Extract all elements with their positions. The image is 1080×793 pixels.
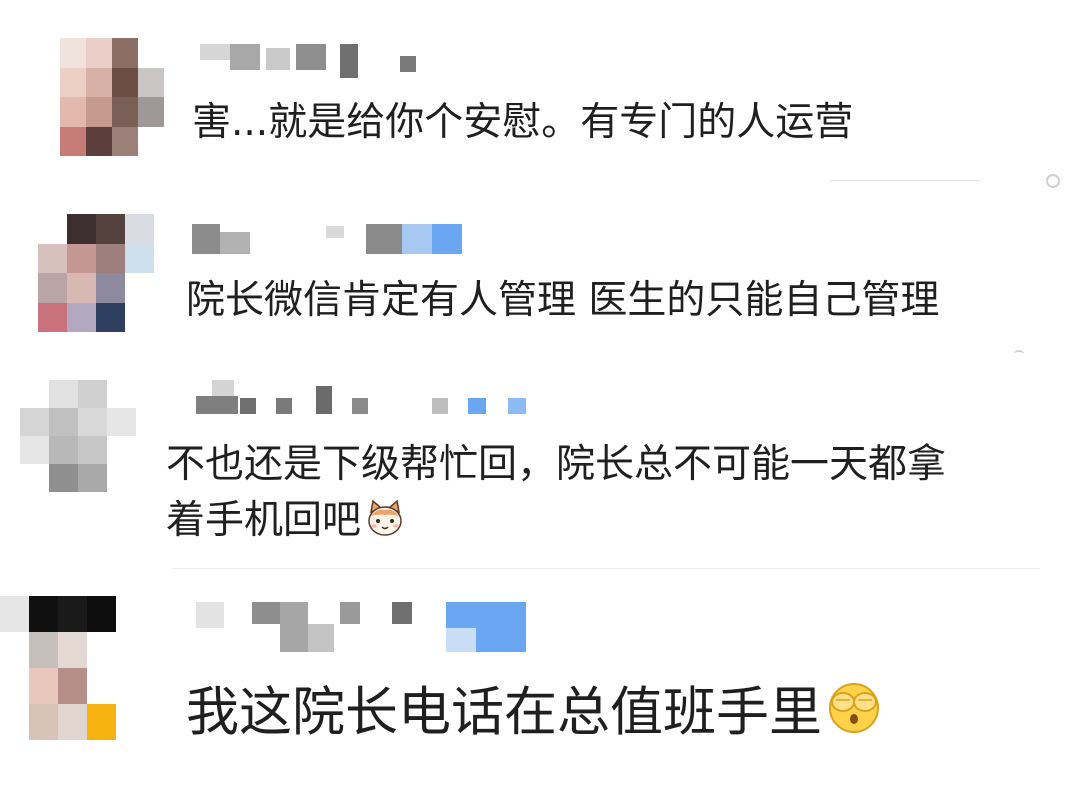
username-blurred[interactable] [192,220,472,260]
comment-text: 院长微信肯定有人管理 医生的只能自己管理 [186,278,940,323]
comment-text: 我这院长电话在总值班手里 [186,676,882,757]
comment-item-2: 院长微信肯定有人管理 医生的只能自己管理 [0,190,1080,358]
username-blurred[interactable] [196,600,536,652]
comment-text-line-2: 着手机回吧 [166,494,405,553]
comment-divider [830,180,980,181]
comment-text: 害...就是给你个安慰。有专门的人运营 [192,100,854,145]
comment-item-1: 害...就是给你个安慰。有专门的人运营 [0,0,1080,190]
expand-indicator-icon[interactable] [1014,350,1024,358]
comment-text-content: 我这院长电话在总值班手里 [186,682,822,743]
avatar[interactable] [20,380,136,492]
cat-face-icon [365,498,405,554]
avatar[interactable] [60,38,164,156]
comment-item-3: 不也还是下级帮忙回，院长总不可能一天都拿 着手机回吧 [0,358,1080,576]
comment-text-line-1: 不也还是下级帮忙回，院长总不可能一天都拿 [166,442,947,487]
avatar[interactable] [0,596,116,740]
covering-eyes-face-icon [826,680,882,756]
expand-indicator-icon[interactable] [1046,174,1060,188]
username-blurred[interactable] [200,40,440,80]
username-blurred[interactable] [196,378,536,418]
comment-item-4: 我这院长电话在总值班手里 [0,576,1080,793]
comment-divider [172,568,1040,569]
comment-text-line-2-content: 着手机回吧 [166,498,362,543]
avatar[interactable] [38,214,154,332]
